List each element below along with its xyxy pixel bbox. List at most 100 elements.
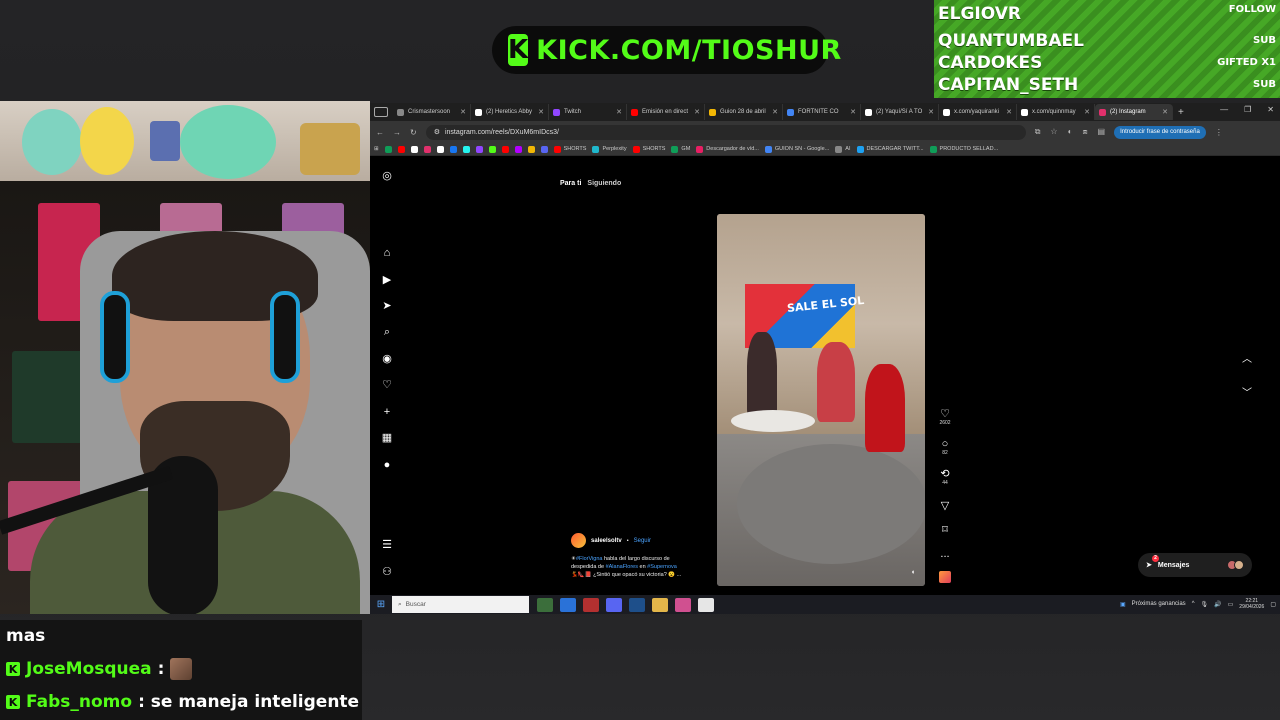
author-avatar[interactable] xyxy=(571,533,586,548)
tab-search-icon[interactable] xyxy=(374,107,388,117)
sidebar-icon[interactable]: ▤ xyxy=(1098,127,1106,137)
bookmark-item[interactable]: GM xyxy=(671,145,690,153)
create-plus-icon[interactable]: + xyxy=(381,406,393,418)
bookmark-item[interactable] xyxy=(410,145,418,153)
repost-button[interactable]: ⟲ 44 xyxy=(937,469,953,487)
tab-close-icon[interactable]: ✕ xyxy=(616,108,622,116)
browser-tab[interactable]: x.com/quinnmay ✕ xyxy=(1017,104,1095,120)
address-bar[interactable]: ⚙ instagram.com/reels/DXuM6mIDcs3/ xyxy=(425,124,1026,140)
bookmark-item[interactable] xyxy=(501,145,509,153)
menu-icon[interactable]: ⋮ xyxy=(1215,128,1223,137)
bookmark-item[interactable]: PRODUCTO SELLAD... xyxy=(929,145,998,153)
bookmark-item[interactable] xyxy=(423,145,431,153)
store-icon[interactable] xyxy=(675,597,691,612)
taskbar-search[interactable]: ⌕ Buscar xyxy=(392,596,529,613)
browser-tab[interactable]: (2) Heretics Abby ✕ xyxy=(471,104,549,120)
browser-tab[interactable]: (2) Yaquí/Sí A TO ✕ xyxy=(861,104,939,120)
tab-close-icon[interactable]: ✕ xyxy=(772,108,778,116)
bookmark-item[interactable] xyxy=(475,145,483,153)
volume-icon[interactable]: 🔊 xyxy=(1214,601,1221,608)
browser-tab[interactable]: Guion 28 de abril ✕ xyxy=(705,104,783,120)
start-windows-icon[interactable]: ⊞ xyxy=(370,599,392,610)
mic-tray-icon[interactable]: 🎙 xyxy=(1201,601,1209,608)
tab-para-ti[interactable]: Para ti xyxy=(560,180,581,187)
discord-icon[interactable] xyxy=(606,597,622,612)
new-tab-button[interactable]: + xyxy=(1178,107,1184,118)
home-icon[interactable]: ⌂ xyxy=(381,247,393,259)
search-icon[interactable]: ⌕ xyxy=(381,326,393,338)
reels-icon[interactable]: ▶ xyxy=(381,274,393,286)
bookmark-item[interactable] xyxy=(540,145,548,153)
browser-tab[interactable]: Twitch ✕ xyxy=(549,104,627,120)
profile-avatar-icon[interactable]: ● xyxy=(381,459,393,471)
reel-video[interactable]: SALE EL SOL ◖ xyxy=(717,214,925,586)
hashtag[interactable]: #AlanaFlores xyxy=(606,564,638,570)
bookmark-item[interactable]: SHORTS xyxy=(553,145,586,153)
chrome-icon[interactable] xyxy=(537,597,553,612)
network-icon[interactable]: ▭ xyxy=(1228,601,1234,608)
outlook-icon[interactable] xyxy=(560,597,576,612)
bookmark-item[interactable]: DESCARGAR TWITT... xyxy=(856,145,924,153)
notifications-heart-icon[interactable]: ♡ xyxy=(381,379,393,391)
steam-icon[interactable] xyxy=(629,597,645,612)
audio-thumbnail[interactable] xyxy=(939,571,951,583)
like-button[interactable]: ♡ 2602 xyxy=(937,409,953,427)
bookmark-item[interactable] xyxy=(449,145,457,153)
bookmark-item[interactable] xyxy=(384,145,392,153)
author-username[interactable]: saleelsoltv xyxy=(591,538,622,544)
chrome-alt-icon[interactable] xyxy=(583,597,599,612)
bookmark-item[interactable] xyxy=(527,145,535,153)
tab-close-icon[interactable]: ✕ xyxy=(1084,108,1090,116)
next-reel-chevron-down-icon[interactable]: ﹀ xyxy=(1238,385,1256,403)
meta-apps-icon[interactable]: ⚇ xyxy=(381,566,393,578)
bookmark-item[interactable] xyxy=(462,145,470,153)
bookmark-item[interactable]: SHORTS xyxy=(632,145,665,153)
bookmark-item[interactable]: Perplexity xyxy=(592,145,627,153)
forward-icon[interactable]: → xyxy=(393,128,401,137)
restore-icon[interactable]: ❐ xyxy=(1244,105,1251,114)
bookmark-item[interactable] xyxy=(436,145,444,153)
tab-siguiendo[interactable]: Siguiendo xyxy=(587,180,621,187)
tray-chevron-up-icon[interactable]: ^ xyxy=(1192,601,1195,607)
tab-close-icon[interactable]: ✕ xyxy=(1162,108,1168,116)
notion-icon[interactable] xyxy=(698,597,714,612)
save-button[interactable]: ⌑ xyxy=(937,525,953,536)
bookmark-item[interactable]: Descargador de víd... xyxy=(696,145,759,153)
comment-button[interactable]: ○ 82 xyxy=(937,439,953,457)
reload-icon[interactable]: ↻ xyxy=(410,128,417,137)
hashtag[interactable]: #Supernova xyxy=(647,564,677,570)
bookmark-item[interactable]: GUION SN - Google... xyxy=(764,145,829,153)
direct-icon[interactable]: ➤ xyxy=(381,300,393,312)
extensions-icon[interactable]: ⧈ xyxy=(1082,127,1087,137)
browser-tab[interactable]: Crismastersoon ✕ xyxy=(393,104,471,120)
site-info-icon[interactable]: ⚙ xyxy=(434,128,440,136)
password-prompt-button[interactable]: Introducir frase de contraseña xyxy=(1114,125,1206,139)
weather-text[interactable]: Próximas ganancias xyxy=(1132,601,1186,607)
tab-close-icon[interactable]: ✕ xyxy=(850,108,856,116)
extension-icon[interactable]: ◐ xyxy=(1068,127,1073,137)
more-options-button[interactable]: ... xyxy=(937,549,953,560)
browser-tab[interactable]: x.com/yaquiranki ✕ xyxy=(939,104,1017,120)
tab-close-icon[interactable]: ✕ xyxy=(460,108,466,116)
instagram-logo-icon[interactable]: ◎ xyxy=(381,170,393,182)
dashboard-icon[interactable]: ▦ xyxy=(381,432,393,444)
minimize-icon[interactable]: — xyxy=(1220,105,1228,114)
bookmark-item[interactable] xyxy=(514,145,522,153)
file-explorer-icon[interactable] xyxy=(652,597,668,612)
browser-tab[interactable]: FORTNITE CO ✕ xyxy=(783,104,861,120)
close-window-icon[interactable]: ✕ xyxy=(1267,105,1274,114)
more-menu-icon[interactable]: ☰ xyxy=(381,539,393,551)
bookmark-item[interactable]: AI xyxy=(835,145,851,153)
tab-close-icon[interactable]: ✕ xyxy=(1006,108,1012,116)
previous-reel-chevron-up-icon[interactable]: ︿ xyxy=(1238,351,1256,369)
mute-icon[interactable]: ◖ xyxy=(911,569,915,576)
tab-close-icon[interactable]: ✕ xyxy=(928,108,934,116)
bookmark-item[interactable] xyxy=(488,145,496,153)
share-button[interactable]: ▽ xyxy=(937,501,953,512)
messages-button[interactable]: ➤ 2 Mensajes xyxy=(1138,553,1252,577)
install-icon[interactable]: ⧉ xyxy=(1035,127,1041,137)
apps-icon[interactable]: ⊞ xyxy=(374,146,379,152)
bookmark-star-icon[interactable]: ☆ xyxy=(1050,127,1057,137)
tab-close-icon[interactable]: ✕ xyxy=(694,108,700,116)
hashtag[interactable]: #FlorVigna xyxy=(576,556,603,562)
